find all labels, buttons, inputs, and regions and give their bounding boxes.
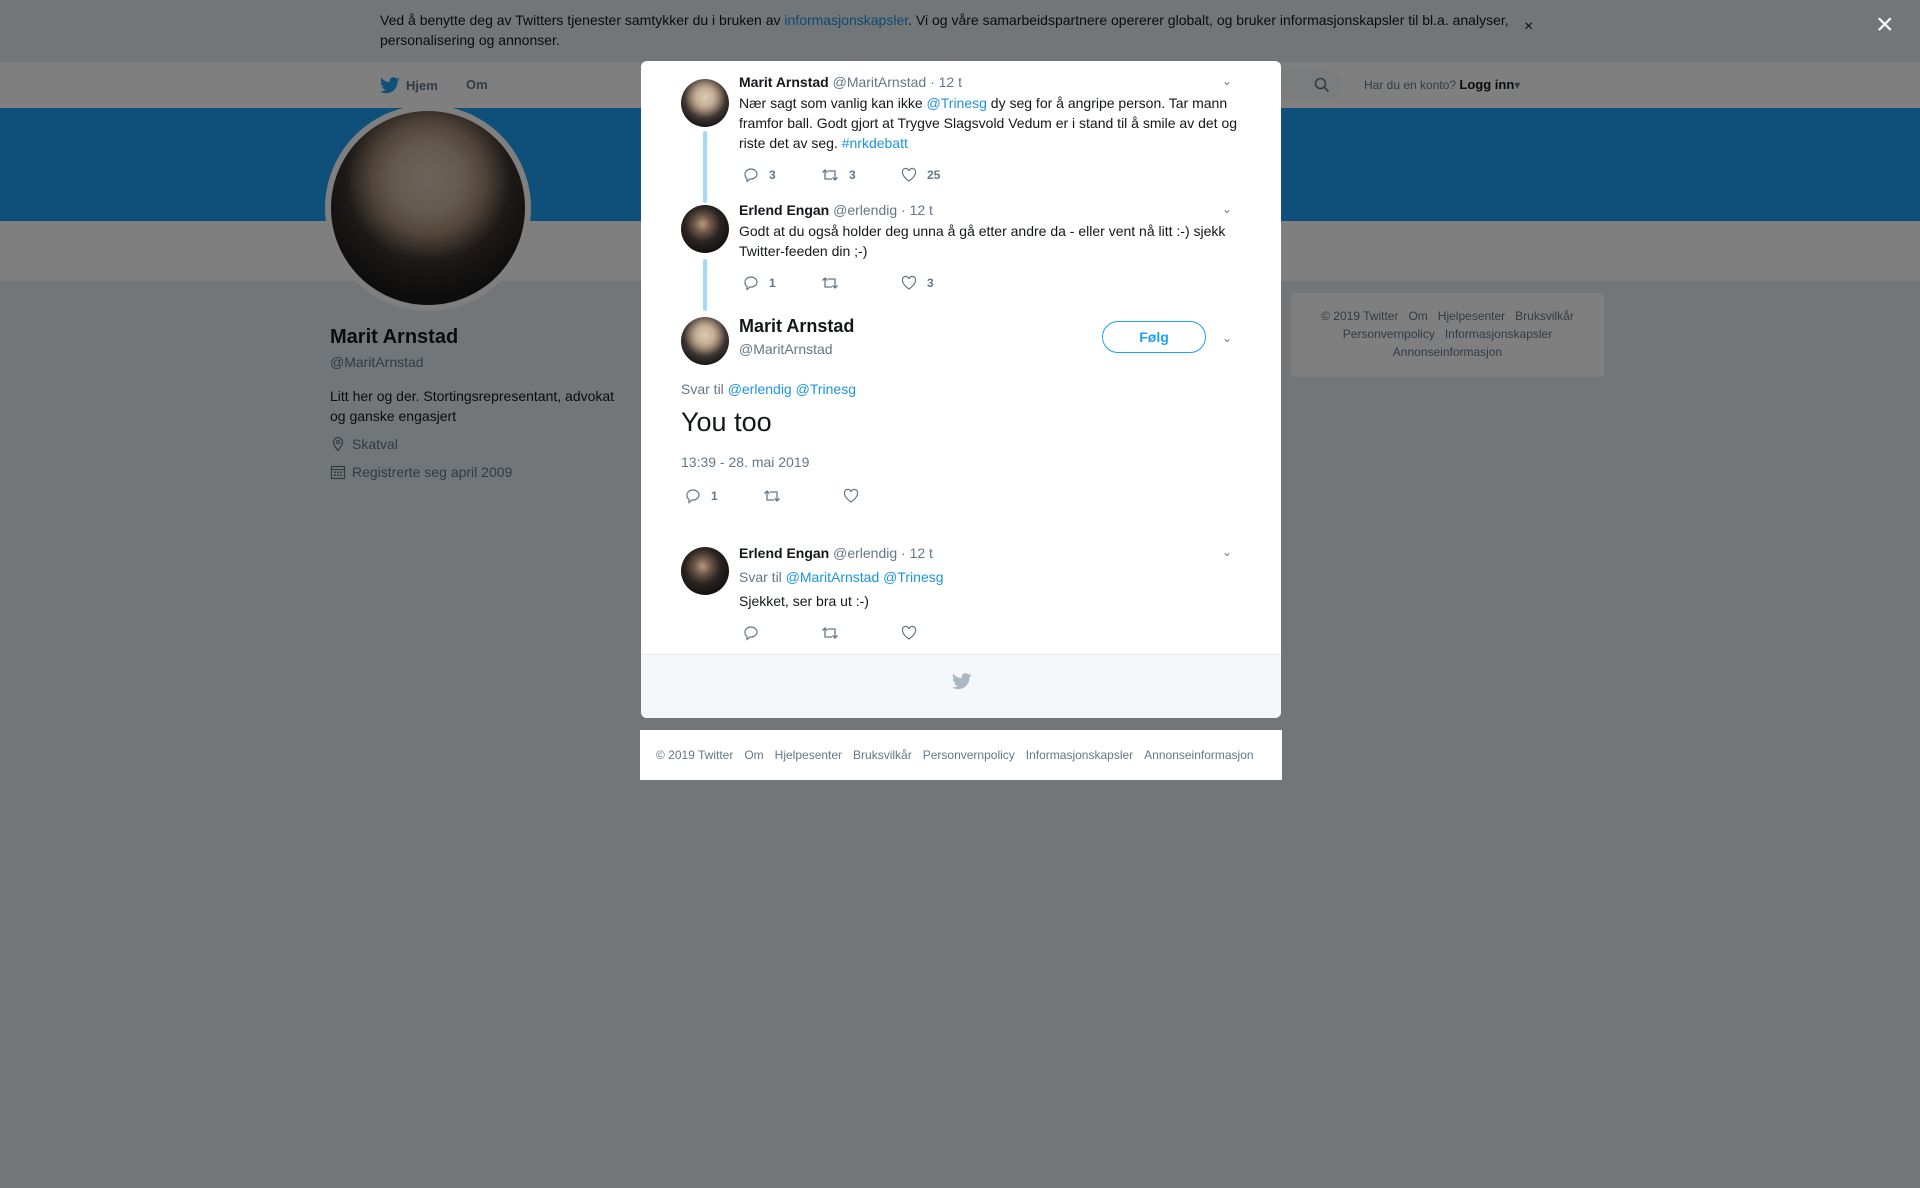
tweet-timestamp[interactable]: · 12 t: [930, 74, 962, 90]
heart-icon: [901, 167, 917, 182]
reply-button[interactable]: 1: [685, 488, 718, 504]
reply-button[interactable]: 3: [743, 167, 776, 183]
mention-link[interactable]: @Trinesg: [927, 95, 987, 111]
main-tweet-author-handle[interactable]: @MaritArnstad: [739, 341, 833, 357]
retweet-count: 3: [849, 168, 856, 182]
reply-count: 1: [769, 276, 776, 290]
like-button[interactable]: [843, 488, 859, 504]
reply-icon: [686, 489, 700, 504]
tweet-modal: Marit Arnstad @MaritArnstad · 12 t ⌄ Nær…: [641, 61, 1281, 718]
reply-to-mentions[interactable]: @erlendig @Trinesg: [728, 381, 856, 397]
like-count: 25: [927, 168, 941, 182]
thread-line: [703, 259, 707, 311]
tweet-header: Marit Arnstad @MaritArnstad · 12 t: [739, 74, 962, 90]
reply-to-mentions[interactable]: @MaritArnstad @Trinesg: [786, 569, 944, 585]
main-tweet-text: You too: [681, 407, 772, 437]
modal-footer: [641, 654, 1281, 718]
reply-count: 1: [711, 489, 718, 503]
like-button[interactable]: [901, 625, 917, 641]
retweet-icon: [822, 169, 838, 181]
footer-cookies[interactable]: Informasjonskapsler: [1026, 748, 1133, 762]
chevron-down-icon[interactable]: ⌄: [1222, 202, 1232, 216]
reply-to-prefix: Svar til: [681, 381, 724, 397]
page-footer: © 2019 Twitter Om Hjelpesenter Bruksvilkår P…: [640, 730, 1282, 780]
reply-button[interactable]: 1: [743, 275, 776, 291]
avatar-marit[interactable]: [681, 79, 729, 127]
follow-button[interactable]: Følg: [1102, 321, 1206, 353]
tweet-author-name[interactable]: Erlend Engan: [739, 202, 829, 218]
chevron-down-icon[interactable]: ⌄: [1222, 74, 1232, 88]
like-button[interactable]: 25: [901, 167, 940, 183]
tweet-text-part: Nær sagt som vanlig kan ikke: [739, 95, 927, 111]
avatar-marit[interactable]: [681, 317, 729, 365]
avatar-erlend[interactable]: [681, 205, 729, 253]
heart-icon: [901, 625, 917, 640]
reply-icon: [744, 276, 758, 291]
thread-line: [703, 131, 707, 203]
tweet-author-handle[interactable]: @erlendig: [833, 545, 897, 561]
footer-privacy[interactable]: Personvernpolicy: [923, 748, 1015, 762]
avatar-erlend[interactable]: [681, 547, 729, 595]
tweet-header: Erlend Engan @erlendig · 12 t: [739, 202, 933, 218]
like-button[interactable]: 3: [901, 275, 934, 291]
tweet-text: Nær sagt som vanlig kan ikke @Trinesg dy…: [739, 93, 1259, 153]
reply-icon: [744, 626, 758, 641]
main-tweet-author-name[interactable]: Marit Arnstad: [739, 316, 854, 337]
heart-icon: [843, 488, 859, 503]
retweet-icon: [822, 277, 838, 289]
tweet-text: Sjekket, ser bra ut :-): [739, 593, 869, 609]
tweet-author-handle[interactable]: @MaritArnstad: [833, 74, 927, 90]
retweet-button[interactable]: [821, 275, 839, 291]
chevron-down-icon[interactable]: ⌄: [1222, 545, 1232, 559]
chevron-down-icon[interactable]: ⌄: [1222, 331, 1232, 345]
twitter-bird-icon: [952, 673, 972, 690]
main-tweet-date[interactable]: 13:39 - 28. mai 2019: [681, 454, 809, 470]
reply-button[interactable]: [743, 625, 759, 641]
footer-about[interactable]: Om: [744, 748, 763, 762]
retweet-icon: [764, 490, 780, 502]
close-modal-button[interactable]: ×: [1876, 10, 1894, 40]
heart-icon: [901, 275, 917, 290]
footer-ads[interactable]: Annonseinformasjon: [1144, 748, 1253, 762]
retweet-icon: [822, 627, 838, 639]
reply-count: 3: [769, 168, 776, 182]
reply-to-prefix: Svar til: [739, 569, 782, 585]
tweet-header: Erlend Engan @erlendig · 12 t: [739, 545, 933, 561]
retweet-button[interactable]: [763, 488, 781, 504]
like-count: 3: [927, 276, 934, 290]
tweet-author-name[interactable]: Marit Arnstad: [739, 74, 829, 90]
tweet-text: Godt at du også holder deg unna å gå ett…: [739, 223, 1226, 259]
tweet-timestamp[interactable]: · 12 t: [901, 545, 933, 561]
reply-icon: [744, 168, 758, 183]
retweet-button[interactable]: [821, 625, 839, 641]
hashtag-link[interactable]: #nrkdebatt: [842, 135, 908, 151]
retweet-button[interactable]: 3: [821, 167, 856, 183]
reply-to: Svar til @MaritArnstad @Trinesg: [739, 567, 1259, 587]
tweet-author-name[interactable]: Erlend Engan: [739, 545, 829, 561]
reply-to: Svar til @erlendig @Trinesg: [681, 381, 856, 397]
tweet-timestamp[interactable]: · 12 t: [901, 202, 933, 218]
footer-help[interactable]: Hjelpesenter: [775, 748, 842, 762]
footer-terms[interactable]: Bruksvilkår: [853, 748, 912, 762]
tweet-author-handle[interactable]: @erlendig: [833, 202, 897, 218]
footer-copyright: © 2019 Twitter: [656, 748, 734, 762]
